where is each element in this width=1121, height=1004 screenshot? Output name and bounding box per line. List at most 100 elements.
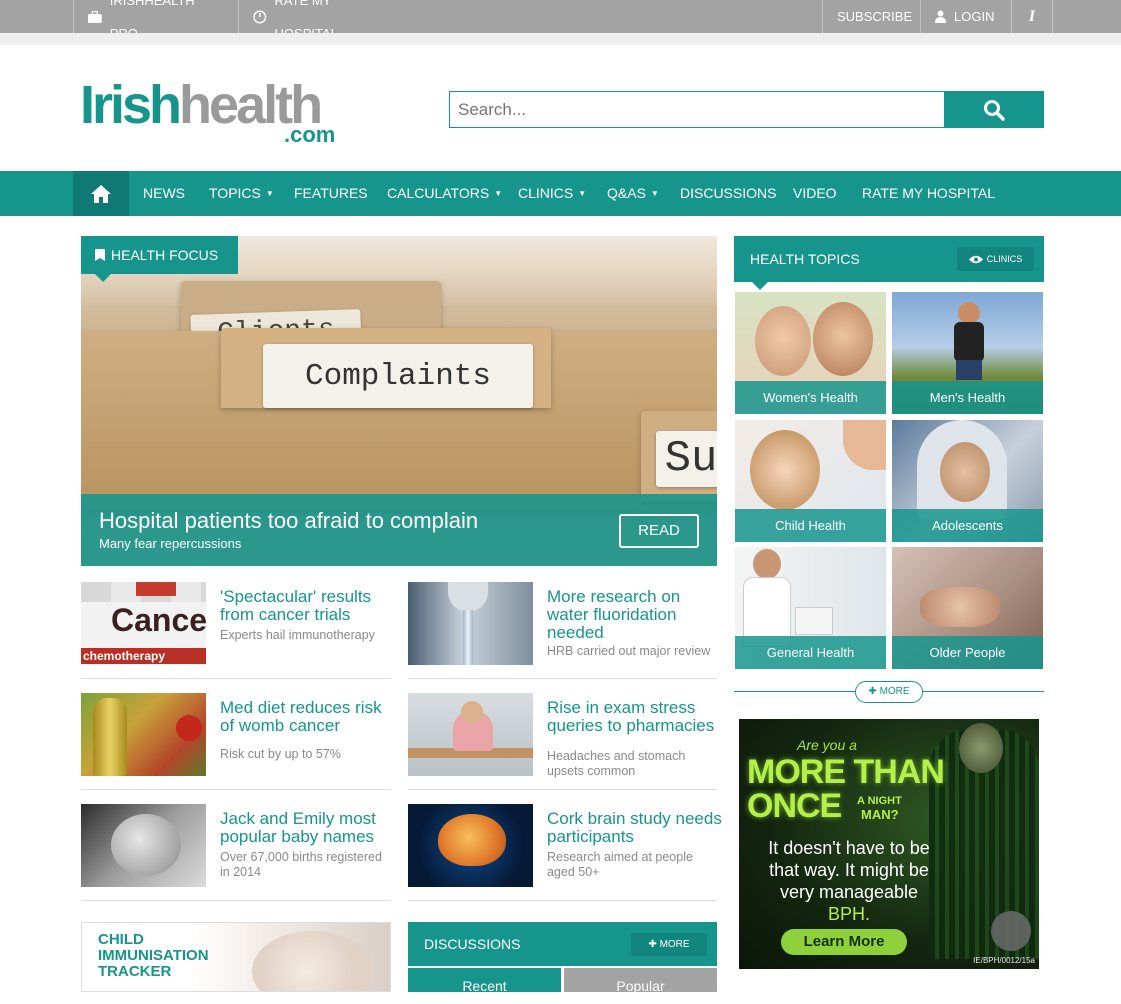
tile-caption: General Health <box>735 636 886 669</box>
header-strip <box>0 33 1121 45</box>
list-item[interactable]: Rise in exam stress queries to pharmacie… <box>408 693 717 793</box>
nav-rate-my-hospital[interactable]: RATE MY HOSPITAL <box>862 171 995 216</box>
bookmark-icon <box>95 249 105 261</box>
ad-headline-3: A NIGHT <box>857 795 902 807</box>
ad-code: IE/BPH/0012/15a <box>973 956 1035 965</box>
gauge-icon <box>253 9 267 24</box>
thumbnail-tap <box>408 582 533 665</box>
ad-learn-more-button[interactable]: Learn More <box>781 929 907 955</box>
hero-feature[interactable]: Clients Complaints Su HEALTH FOCUS Hospi… <box>81 236 717 566</box>
ad-headline-2: ONCE <box>747 787 842 825</box>
nav-clinics[interactable]: CLINICS ▼ <box>518 171 586 216</box>
clinics-button[interactable]: CLINICS <box>957 247 1034 271</box>
irishhealth-pro-link[interactable]: IRISHHEALTH PRO <box>73 0 238 41</box>
story-subtitle: Headaches and stomach upsets common <box>547 749 686 778</box>
tracker-label: CHILD IMMUNISATION TRACKER <box>98 931 209 980</box>
nav-calculators[interactable]: CALCULATORS ▼ <box>387 171 502 216</box>
ad-body: It doesn't have to be that way. It might… <box>768 838 930 924</box>
nav-discussions[interactable]: DISCUSSIONS <box>680 171 776 216</box>
discussions-more-button[interactable]: ✚ MORE <box>631 933 707 956</box>
info-button[interactable]: i <box>1011 0 1053 33</box>
health-topics-title: HEALTH TOPICS <box>750 251 860 267</box>
story-title[interactable]: Med diet reduces risk of womb cancer <box>220 699 395 735</box>
list-item[interactable]: Med diet reduces risk of womb cancer Ris… <box>81 693 391 793</box>
folder-label-complaints: Complaints <box>263 344 533 408</box>
caret-down-icon: ▼ <box>650 189 659 198</box>
folder-label-su: Su <box>656 431 717 487</box>
home-icon <box>91 184 111 203</box>
ad-headline-1: MORE THAN <box>747 753 945 791</box>
tile-older-people[interactable]: Older People <box>892 547 1043 669</box>
story-title[interactable]: More research on water fluoridation need… <box>547 588 722 642</box>
thumbnail-baby <box>81 804 206 887</box>
discussions-title: DISCUSSIONS <box>424 936 521 952</box>
baby-image <box>252 931 372 991</box>
tile-mens-health[interactable]: Men's Health <box>892 292 1043 414</box>
discussions-panel: DISCUSSIONS ✚ MORE Recent Popular <box>408 922 717 994</box>
site-logo[interactable]: Irishhealth .com <box>80 78 350 148</box>
nav-features[interactable]: FEATURES <box>294 171 368 216</box>
logo-dotcom: .com <box>284 122 336 147</box>
health-focus-badge: HEALTH FOCUS <box>81 236 238 282</box>
story-subtitle: HRB carried out major review <box>547 644 711 658</box>
eye-icon <box>968 255 983 263</box>
story-subtitle: Experts hail immunotherapy <box>220 628 375 642</box>
list-item[interactable]: More research on water fluoridation need… <box>408 582 717 682</box>
search-icon <box>984 99 1005 121</box>
story-subtitle: Over 67,000 births registered in 2014 <box>220 850 382 879</box>
tile-child-health[interactable]: Child Health <box>735 420 886 542</box>
tile-caption: Older People <box>892 636 1043 669</box>
caret-down-icon: ▼ <box>265 189 274 198</box>
story-title[interactable]: 'Spectacular' results from cancer trials <box>220 588 395 624</box>
main-nav: NEWS TOPICS ▼ FEATURES CALCULATORS ▼ CLINI… <box>0 171 1121 216</box>
ad-headline-4: MAN? <box>861 807 899 822</box>
caret-down-icon: ▼ <box>494 189 503 198</box>
story-subtitle: Risk cut by up to 57% <box>220 747 341 761</box>
nav-news[interactable]: NEWS <box>143 171 185 216</box>
search-button[interactable] <box>944 91 1044 128</box>
list-item[interactable]: Cancer chemotherapy 'Spectacular' result… <box>81 582 391 682</box>
story-title[interactable]: Cork brain study needs participants <box>547 810 722 846</box>
list-item[interactable]: Cork brain study needs participants Rese… <box>408 804 722 904</box>
health-topics-more-button[interactable]: ✚ MORE <box>855 681 923 703</box>
child-immunisation-tracker[interactable]: CHILD IMMUNISATION TRACKER <box>81 922 391 992</box>
thumbnail-brain <box>408 804 533 887</box>
briefcase-icon <box>88 10 102 23</box>
tab-popular[interactable]: Popular <box>564 968 717 994</box>
story-title[interactable]: Rise in exam stress queries to pharmacie… <box>547 699 722 735</box>
advertisement-bph[interactable]: Are you a MORE THAN ONCE A NIGHT MAN? It… <box>739 719 1039 969</box>
story-title[interactable]: Jack and Emily most popular baby names <box>220 810 395 846</box>
health-topics-header: HEALTH TOPICS CLINICS <box>734 236 1044 290</box>
thumbnail-exam <box>408 693 533 776</box>
nav-qas[interactable]: Q&As ▼ <box>607 171 659 216</box>
hero-caption: Hospital patients too afraid to complain… <box>81 494 717 566</box>
tile-womens-health[interactable]: Women's Health <box>735 292 886 414</box>
ad-overlay-circle <box>991 911 1031 951</box>
ad-line1: Are you a <box>797 737 857 753</box>
nav-topics[interactable]: TOPICS ▼ <box>209 171 274 216</box>
read-button[interactable]: READ <box>619 514 699 548</box>
tab-recent[interactable]: Recent <box>408 968 561 994</box>
hero-title[interactable]: Hospital patients too afraid to complain <box>99 508 478 534</box>
rate-my-hospital-link[interactable]: RATE MY HOSPITAL <box>238 0 408 41</box>
nav-video[interactable]: VIDEO <box>793 171 837 216</box>
thumbnail-cancer: Cancer chemotherapy <box>81 582 206 665</box>
top-bar: IRISHHEALTH PRO RATE MY HOSPITAL SUBSCRI… <box>0 0 1121 41</box>
list-item[interactable]: Jack and Emily most popular baby names O… <box>81 804 391 904</box>
thumbnail-med-diet <box>81 693 206 776</box>
subscribe-link[interactable]: SUBSCRIBE <box>822 0 920 33</box>
info-icon: i <box>1028 8 1036 25</box>
hero-subtitle: Many fear repercussions <box>99 536 242 551</box>
user-icon <box>935 10 946 23</box>
story-subtitle: Research aimed at people aged 50+ <box>547 850 693 879</box>
tile-caption: Adolescents <box>892 509 1043 542</box>
tile-adolescents[interactable]: Adolescents <box>892 420 1043 542</box>
discussions-header: DISCUSSIONS ✚ MORE <box>408 922 717 966</box>
subscribe-label: SUBSCRIBE <box>837 9 913 24</box>
login-link[interactable]: LOGIN <box>920 0 1011 33</box>
home-button[interactable] <box>73 171 129 216</box>
tile-caption: Child Health <box>735 509 886 542</box>
search-input[interactable] <box>449 91 945 128</box>
tile-caption: Men's Health <box>892 381 1043 414</box>
tile-general-health[interactable]: General Health <box>735 547 886 669</box>
